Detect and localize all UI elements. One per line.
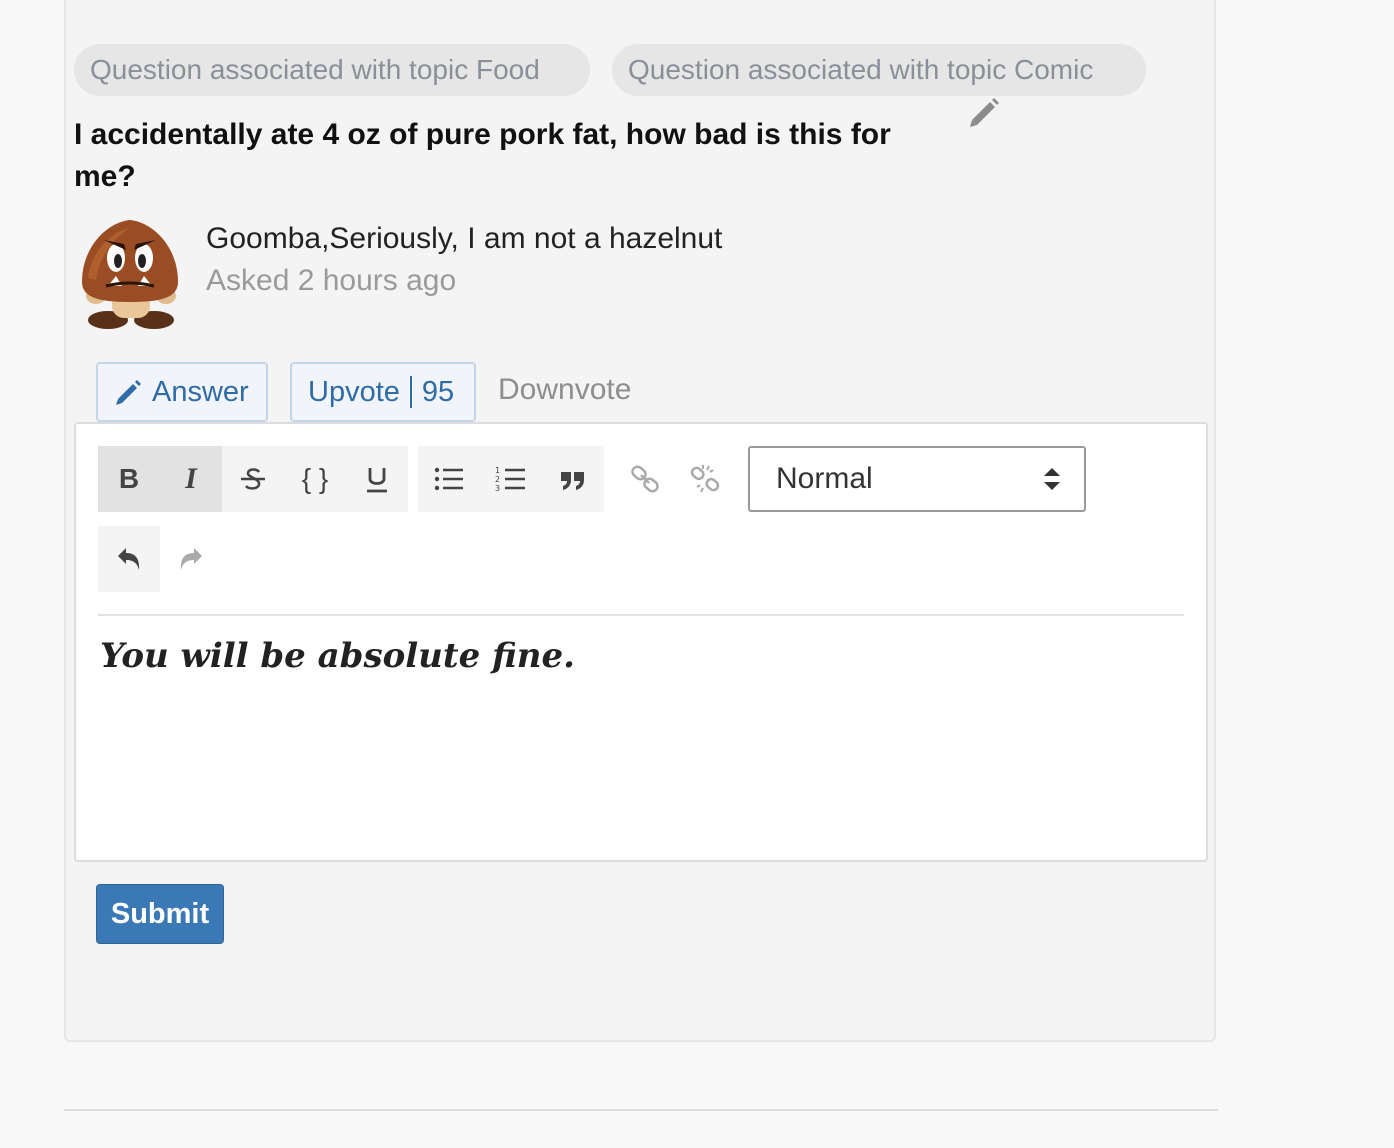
- unlink-button[interactable]: [674, 446, 736, 512]
- unlink-icon: [690, 465, 720, 493]
- answer-label: Answer: [152, 375, 249, 408]
- pencil-icon: [116, 380, 141, 405]
- code-button[interactable]: { }: [284, 446, 346, 512]
- answer-editor: B I { } 1 2 3 Normal You will be absolut…: [74, 422, 1208, 862]
- footer-divider: [64, 1109, 1218, 1111]
- undo-button[interactable]: [98, 526, 160, 592]
- downvote-link[interactable]: Downvote: [498, 370, 631, 410]
- code-icon: { }: [301, 463, 329, 494]
- undo-icon: [118, 548, 140, 570]
- quote-icon: [561, 472, 584, 490]
- pencil-icon[interactable]: [966, 94, 1002, 130]
- format-toolbar-group: B I { }: [98, 446, 408, 512]
- topic-tag-food[interactable]: Question associated with topic Food: [74, 44, 590, 96]
- history-toolbar-group: [98, 526, 160, 592]
- svg-text:3: 3: [495, 484, 500, 493]
- upvote-count: 95: [421, 375, 455, 408]
- bold-button[interactable]: B: [98, 446, 160, 512]
- submit-button[interactable]: Submit: [96, 884, 224, 944]
- toolbar-divider: [98, 614, 1184, 616]
- block-toolbar-group: 1 2 3: [418, 446, 604, 512]
- italic-button[interactable]: I: [160, 446, 222, 512]
- svg-text:1: 1: [495, 466, 500, 475]
- redo-button[interactable]: [160, 526, 222, 592]
- asked-timestamp: Asked 2 hours ago: [206, 264, 457, 297]
- block-format-select[interactable]: Normal: [748, 446, 1086, 512]
- italic-icon: I: [185, 462, 197, 495]
- underline-button[interactable]: [346, 446, 408, 512]
- block-format-value: Normal: [776, 462, 873, 495]
- link-icon: [631, 465, 659, 493]
- question-title: I accidentally ate 4 oz of pure pork fat…: [74, 118, 891, 193]
- goomba-avatar: [82, 220, 178, 329]
- upvote-label: Upvote: [308, 375, 400, 408]
- link-button[interactable]: [614, 446, 676, 512]
- author-name[interactable]: Goomba,Seriously, I am not a hazelnut: [206, 222, 722, 256]
- blockquote-button[interactable]: [542, 446, 604, 512]
- select-arrows-icon: [1044, 468, 1060, 490]
- underline-icon: [367, 468, 387, 493]
- upvote-separator: [409, 376, 412, 408]
- strikethrough-icon: [241, 468, 265, 490]
- numbered-list-icon: 1 2 3: [495, 466, 525, 493]
- strikethrough-button[interactable]: [222, 446, 284, 512]
- answer-button[interactable]: Answer: [96, 362, 268, 422]
- numbered-list-button[interactable]: 1 2 3: [480, 446, 542, 512]
- redo-icon: [180, 548, 202, 570]
- topic-tag-comic[interactable]: Question associated with topic Comic: [612, 44, 1146, 96]
- editor-content-area[interactable]: You will be absolute fine.: [100, 636, 575, 676]
- svg-text:2: 2: [495, 475, 500, 484]
- bullet-list-icon: [434, 467, 463, 491]
- bullet-list-button[interactable]: [418, 446, 480, 512]
- upvote-button[interactable]: Upvote 95: [290, 362, 476, 422]
- bold-icon: B: [118, 463, 140, 494]
